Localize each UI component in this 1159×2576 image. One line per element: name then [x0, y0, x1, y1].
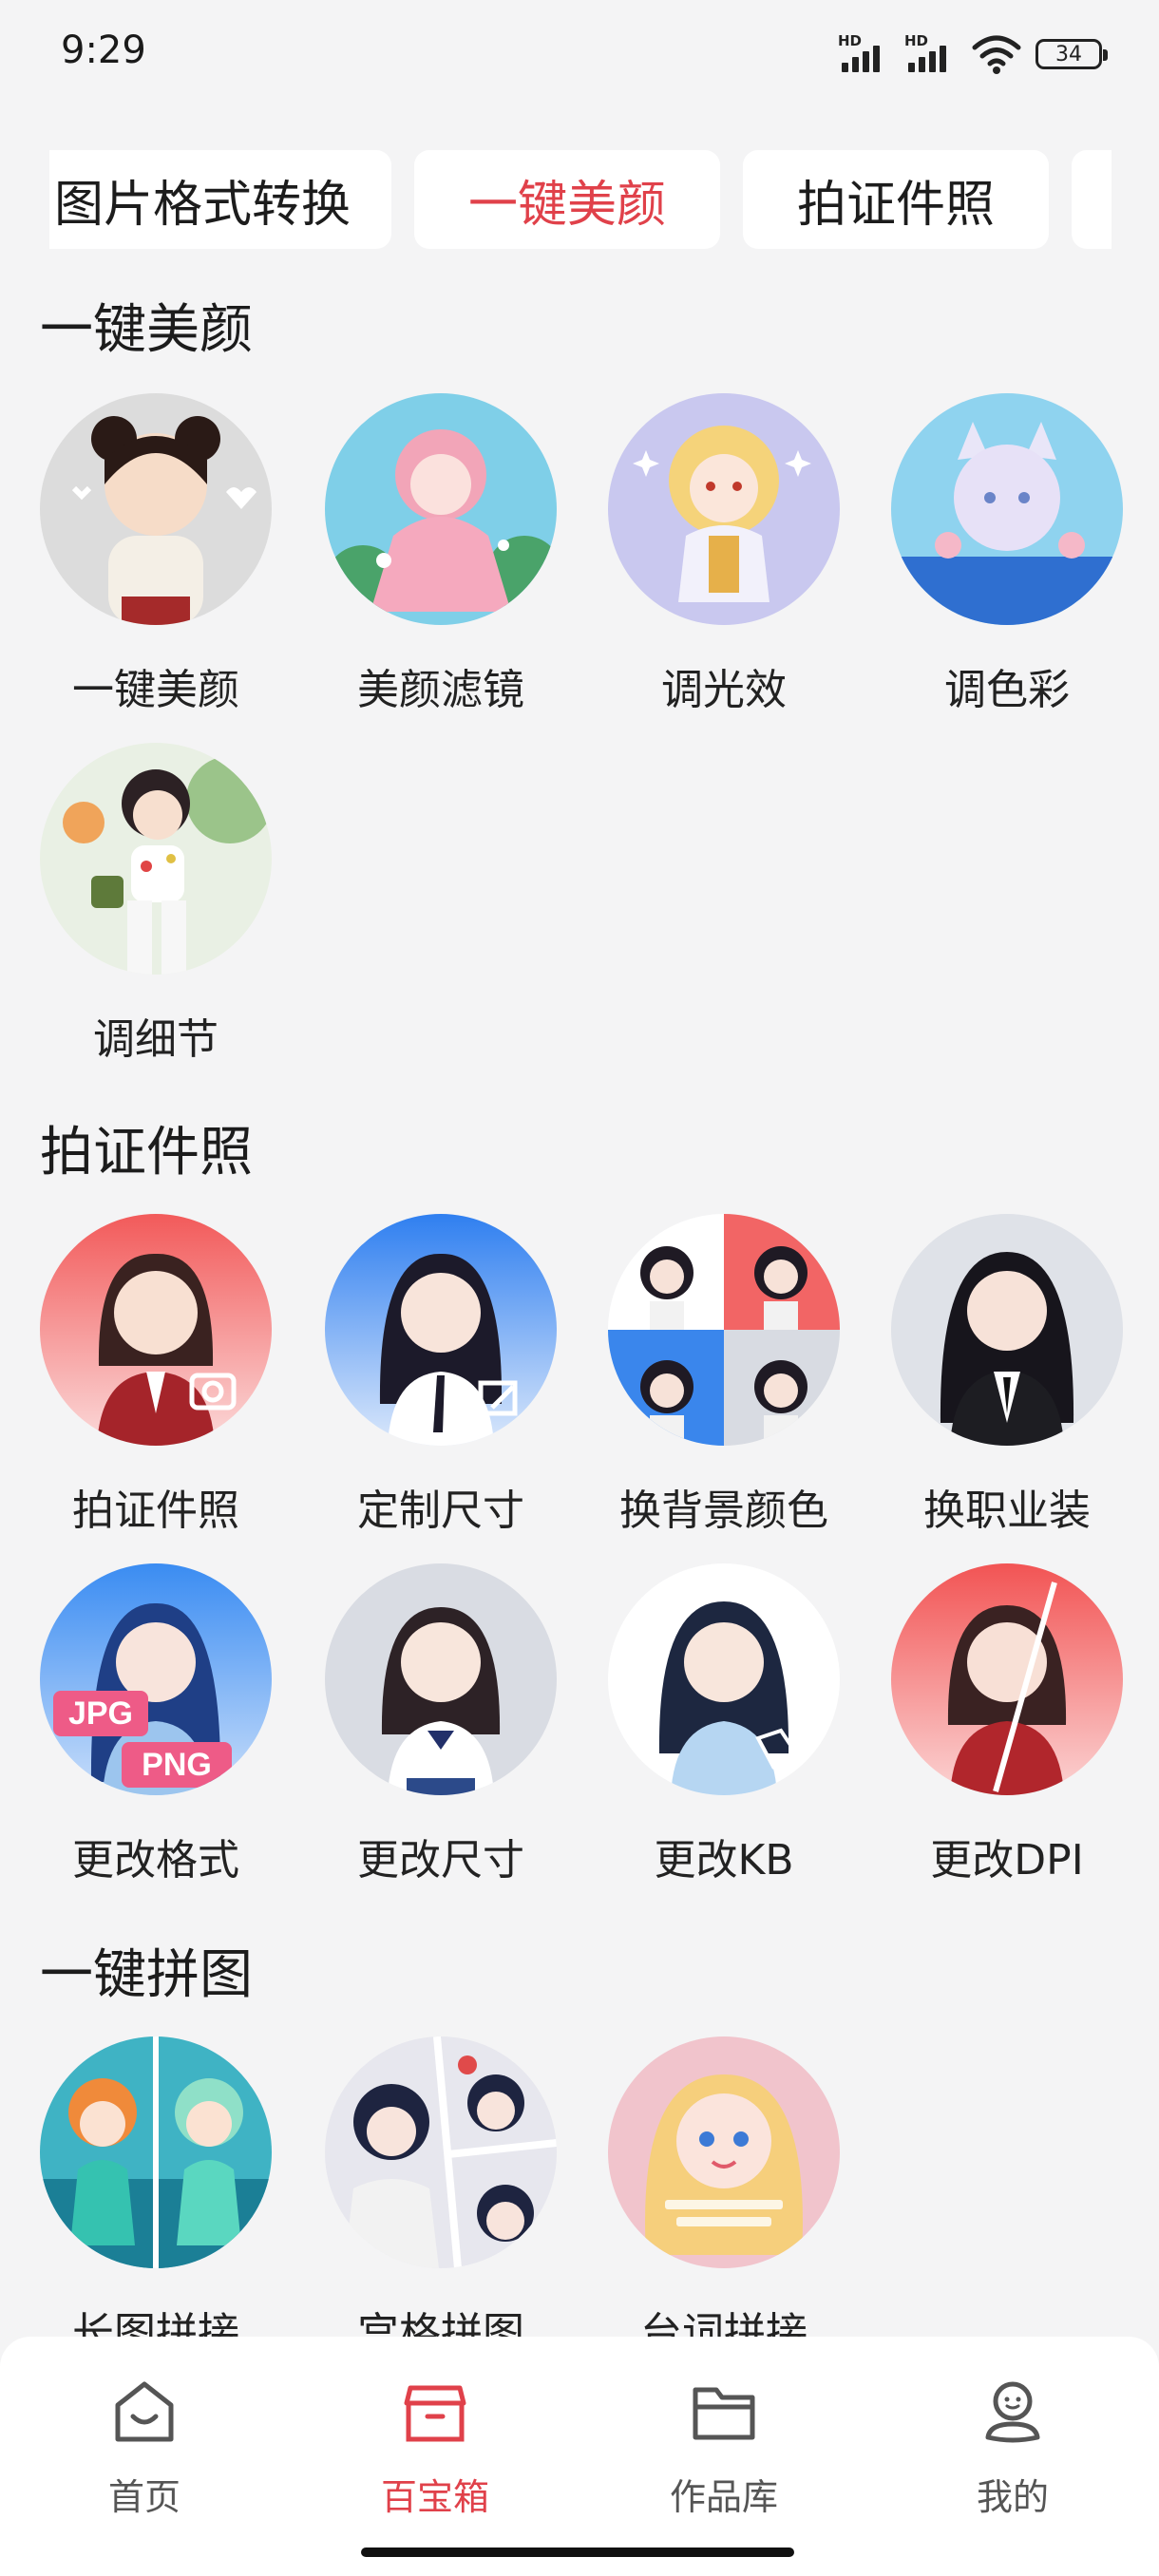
signal-icon: HD [838, 32, 891, 76]
nav-label: 首页 [107, 2476, 180, 2518]
tool-thumbnail [608, 1563, 840, 1795]
nav-label: 作品库 [669, 2476, 778, 2518]
tool-label: 更改KB [654, 1836, 794, 1885]
section-title-collage: 一键拼图 [40, 1944, 253, 2006]
app-root: 9:29 HD HD 34 图片格式转换 一键美颜 拍证件照 一键美颜 一键美颜… [0, 0, 1159, 2576]
tab-one-click-beauty[interactable]: 一键美颜 [414, 150, 720, 249]
tool-change-size[interactable]: 更改尺寸 [317, 1563, 564, 1886]
tool-thumbnail [325, 2036, 557, 2268]
tool-one-click-beauty[interactable]: 一键美颜 [32, 393, 279, 716]
nav-mine[interactable]: 我的 [918, 2375, 1108, 2520]
tool-label: 调细节 [93, 1015, 218, 1064]
tool-change-kb[interactable]: 更改KB [600, 1563, 847, 1886]
tab-label: 图片格式转换 [53, 176, 351, 234]
tool-thumbnail [325, 393, 557, 625]
tool-label: 更改格式 [72, 1836, 239, 1885]
tool-adjust-light[interactable]: 调光效 [600, 393, 847, 716]
tool-label: 调色彩 [944, 666, 1070, 714]
bottom-nav: 首页 百宝箱 作品库 我的 [0, 2337, 1159, 2576]
tool-thumbnail [891, 393, 1123, 625]
tool-take-id-photo[interactable]: 拍证件照 [32, 1214, 279, 1537]
tool-beauty-filter[interactable]: 美颜滤镜 [317, 393, 564, 716]
nav-works[interactable]: 作品库 [629, 2375, 819, 2520]
tab-chip-row: 图片格式转换 一键美颜 拍证件照 [0, 150, 1112, 251]
jpg-badge: JPG [68, 1695, 133, 1732]
tab-label: 一键美颜 [467, 176, 666, 234]
tool-thumbnail [608, 393, 840, 625]
tool-thumbnail [40, 1214, 272, 1446]
tool-label: 更改DPI [930, 1836, 1084, 1885]
tool-label: 换背景颜色 [619, 1487, 828, 1535]
tool-change-format[interactable]: JPG PNG 更改格式 [32, 1563, 279, 1886]
tool-caption-stitch[interactable]: 台词拼接 [600, 2036, 847, 2359]
tool-thumbnail [608, 2036, 840, 2268]
tool-label: 拍证件照 [72, 1487, 239, 1535]
nav-label: 百宝箱 [380, 2476, 489, 2518]
tool-change-dpi[interactable]: 更改DPI [884, 1563, 1130, 1886]
tool-change-background[interactable]: 换背景颜色 [600, 1214, 847, 1537]
nav-home[interactable]: 首页 [49, 2375, 239, 2520]
tool-long-stitch[interactable]: 长图拼接 [32, 2036, 279, 2359]
tool-adjust-detail[interactable]: 调细节 [32, 743, 279, 1066]
tool-grid-collage[interactable]: 宫格拼图 [317, 2036, 564, 2359]
tool-label: 更改尺寸 [357, 1836, 524, 1885]
nav-toolbox[interactable]: 百宝箱 [340, 2375, 530, 2520]
status-icons: HD HD 34 [838, 32, 1108, 76]
tool-change-suit[interactable]: 换职业装 [884, 1214, 1130, 1537]
tool-label: 一键美颜 [72, 666, 239, 714]
home-icon [115, 2381, 174, 2442]
tab-label: 拍证件照 [796, 176, 995, 234]
tab-image-format-convert[interactable]: 图片格式转换 [13, 150, 391, 249]
folder-icon [693, 2387, 755, 2440]
battery-level: 34 [1055, 42, 1082, 66]
signal-icon-2: HD [904, 32, 958, 76]
tool-thumbnail [608, 1214, 840, 1446]
tool-thumbnail [891, 1214, 1123, 1446]
status-bar: 9:29 HD HD 34 [0, 0, 1159, 114]
tab-row-fade [0, 142, 49, 256]
tool-thumbnail [40, 743, 272, 975]
tab-id-photo[interactable]: 拍证件照 [743, 150, 1049, 249]
tool-thumbnail [891, 1563, 1123, 1795]
png-badge: PNG [142, 1747, 212, 1783]
toolbox-icon [404, 2385, 466, 2442]
tool-thumbnail [40, 393, 272, 625]
nav-label: 我的 [976, 2476, 1049, 2518]
tool-thumbnail [40, 2036, 272, 2268]
tab-more[interactable] [1072, 150, 1112, 249]
battery-icon: 34 [1036, 39, 1108, 69]
tool-custom-size[interactable]: 定制尺寸 [317, 1214, 564, 1537]
tool-label: 调光效 [661, 666, 787, 714]
status-time: 9:29 [61, 28, 146, 72]
tool-label: 美颜滤镜 [357, 666, 524, 714]
tool-label: 换职业装 [923, 1487, 1091, 1535]
tool-label: 定制尺寸 [357, 1487, 524, 1535]
tool-thumbnail [325, 1563, 557, 1795]
profile-icon [985, 2381, 1040, 2443]
section-title-id-photo: 拍证件照 [40, 1122, 253, 1184]
wifi-icon [972, 35, 1021, 74]
tool-thumbnail: JPG PNG [40, 1563, 272, 1795]
tool-thumbnail [325, 1214, 557, 1446]
tool-adjust-color[interactable]: 调色彩 [884, 393, 1130, 716]
home-indicator[interactable] [361, 2548, 794, 2557]
section-title-beauty: 一键美颜 [40, 299, 253, 361]
